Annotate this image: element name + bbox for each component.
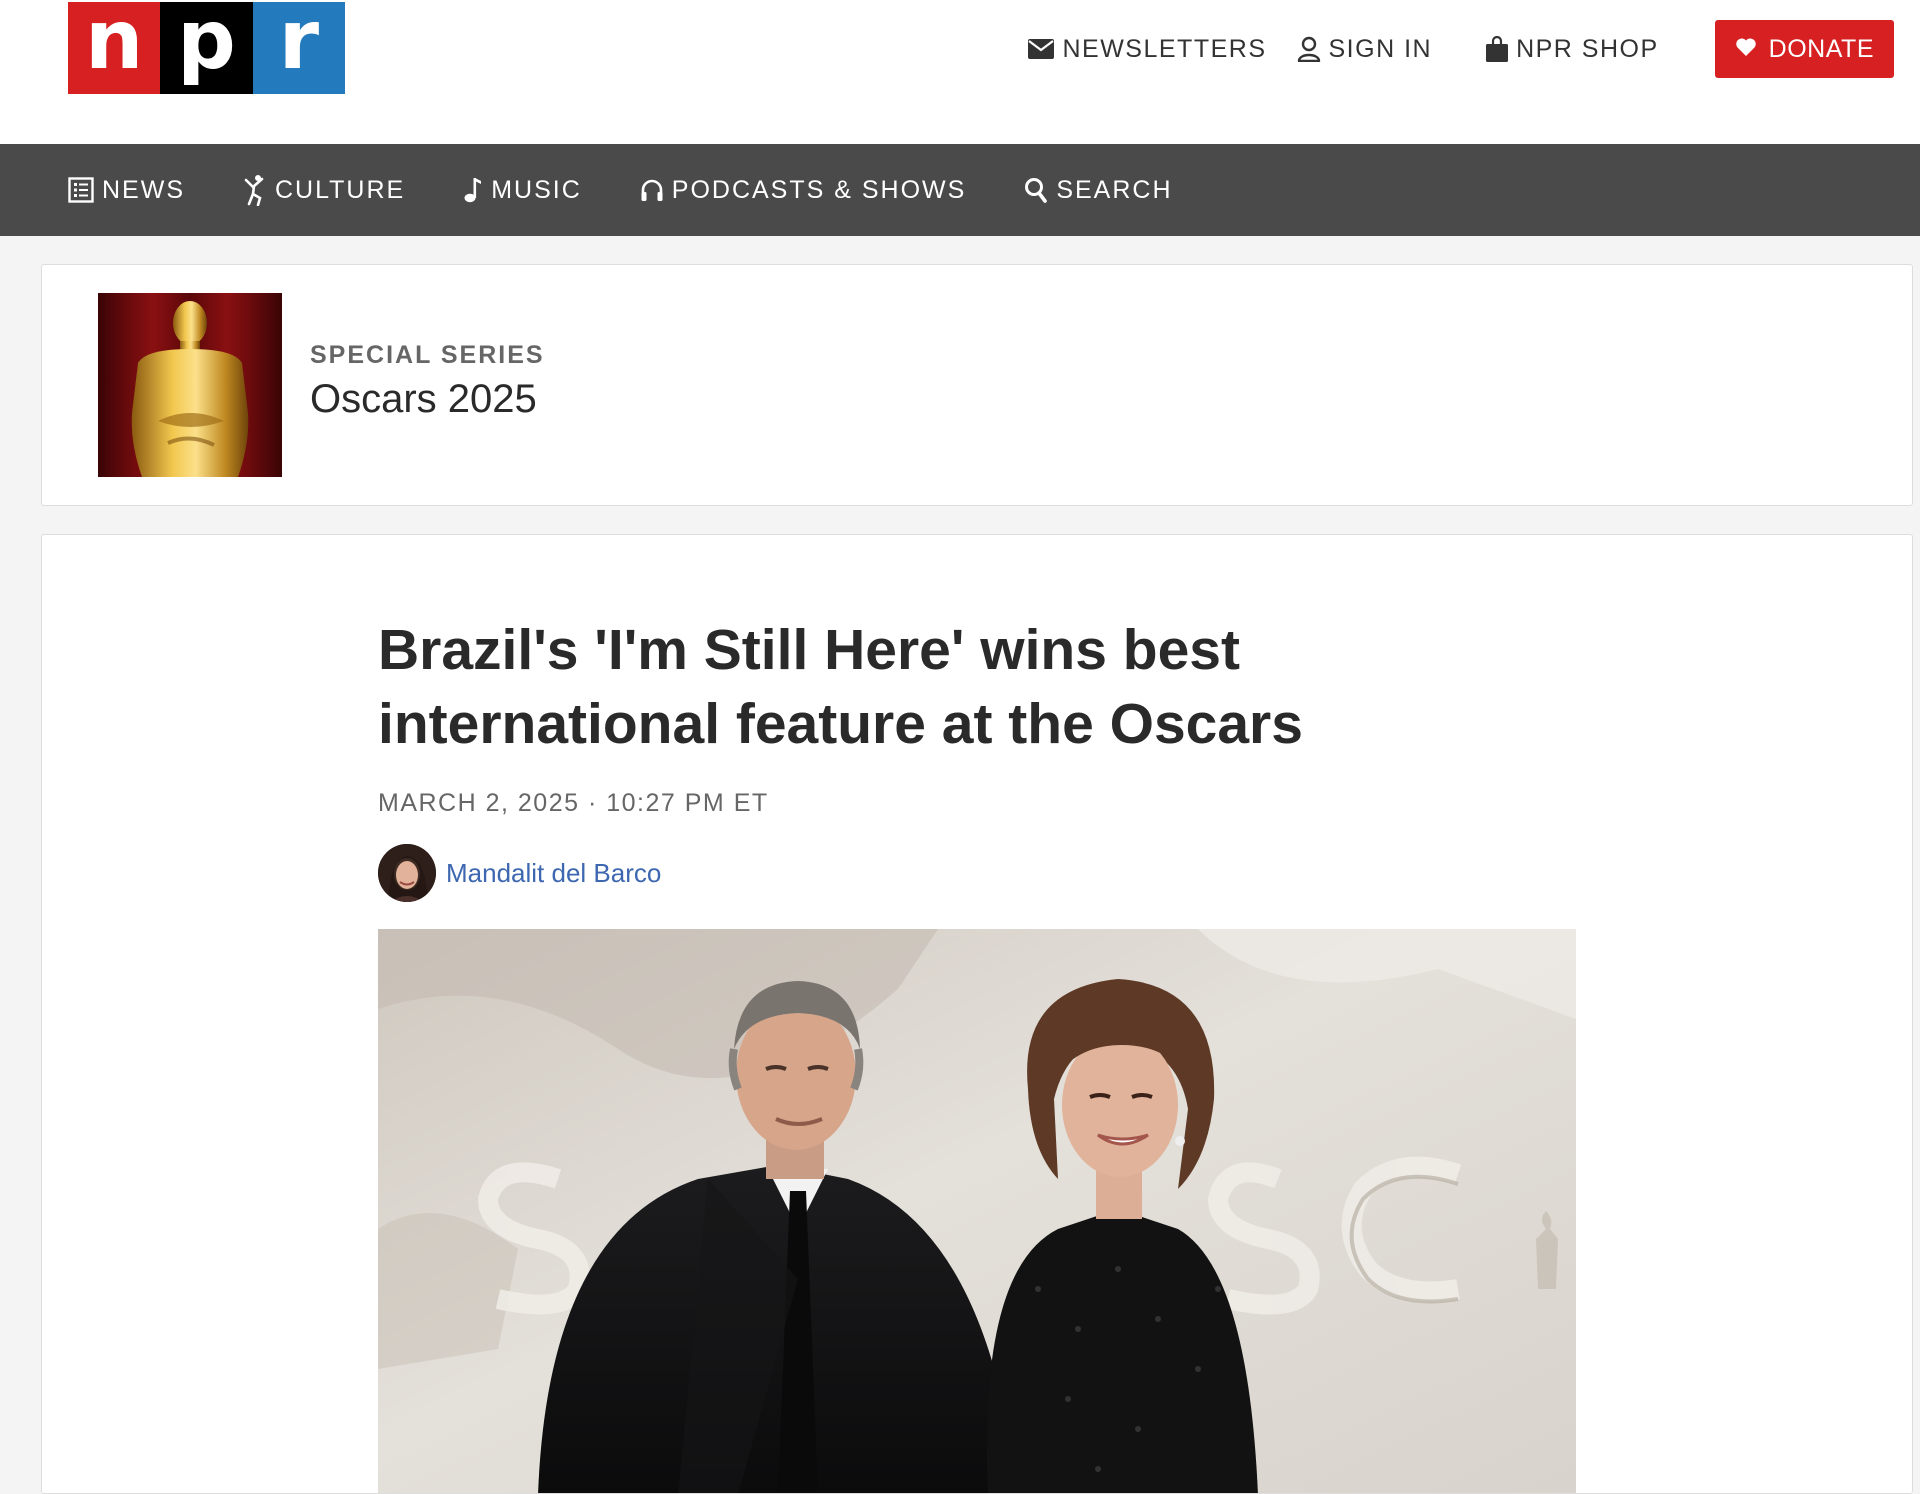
article-dateline: MARCH 2, 2025 · 10:27 PM ET (378, 789, 769, 817)
music-note-icon (463, 176, 483, 204)
user-icon (1297, 36, 1321, 62)
search-icon (1024, 177, 1048, 203)
nav-label-news: NEWS (102, 175, 185, 204)
nav-item-podcasts-shows[interactable]: PODCASTS & SHOWS (640, 176, 967, 205)
nav-item-culture[interactable]: CULTURE (243, 174, 405, 206)
lead-image[interactable] (378, 929, 1576, 1493)
newsletters-label: NEWSLETTERS (1062, 34, 1267, 63)
nav-item-news[interactable]: NEWS (68, 176, 185, 205)
dancer-icon (243, 174, 267, 206)
nav-label-music: MUSIC (491, 175, 582, 204)
nav-label-podcasts-shows: PODCASTS & SHOWS (671, 175, 967, 204)
article-card: Brazil's 'I'm Still Here' wins best inte… (41, 534, 1913, 1494)
npr-shop-link[interactable]: NPR SHOP (1486, 35, 1659, 64)
nav-item-music[interactable]: MUSIC (463, 176, 582, 205)
article-headline: Brazil's 'I'm Still Here' wins best inte… (378, 618, 1303, 756)
nav-label-culture: CULTURE (275, 175, 406, 204)
avatar[interactable] (378, 844, 436, 902)
series-eyebrow: SPECIAL SERIES (310, 341, 545, 369)
logo-letter-p: p (160, 0, 253, 94)
heart-icon (1735, 35, 1757, 64)
utility-nav: NEWSLETTERS SIGN IN NPR SHOP DONATE (1028, 20, 1894, 78)
shopping-bag-icon (1486, 36, 1509, 62)
oscar-statuette-image[interactable] (98, 293, 282, 477)
donate-label: DONATE (1768, 34, 1874, 63)
special-series-card[interactable]: SPECIAL SERIES Oscars 2025 (41, 264, 1913, 506)
nav-label-search: SEARCH (1056, 175, 1173, 204)
top-header: n p r NEWSLETTERS SIGN IN NPR SHOP DONAT… (0, 0, 1920, 144)
donate-button[interactable]: DONATE (1714, 20, 1894, 78)
author-link[interactable]: Mandalit del Barco (446, 858, 661, 889)
main-nav: NEWS CULTURE MUSIC PODCASTS & SHOWS SEAR… (0, 144, 1920, 236)
logo-letter-n: n (68, 0, 161, 94)
npr-shop-label: NPR SHOP (1516, 34, 1659, 63)
nav-item-search[interactable]: SEARCH (1024, 176, 1172, 205)
byline: Mandalit del Barco (378, 843, 661, 903)
sign-in-link[interactable]: SIGN IN (1297, 35, 1433, 64)
logo-letter-r: r (252, 0, 345, 94)
series-title[interactable]: Oscars 2025 (310, 377, 537, 422)
npr-logo[interactable]: n p r (68, 0, 345, 94)
sign-in-label: SIGN IN (1328, 34, 1433, 63)
newspaper-icon (68, 177, 94, 203)
newsletters-link[interactable]: NEWSLETTERS (1028, 35, 1266, 64)
envelope-icon (1028, 39, 1055, 59)
headphones-icon (640, 178, 664, 202)
